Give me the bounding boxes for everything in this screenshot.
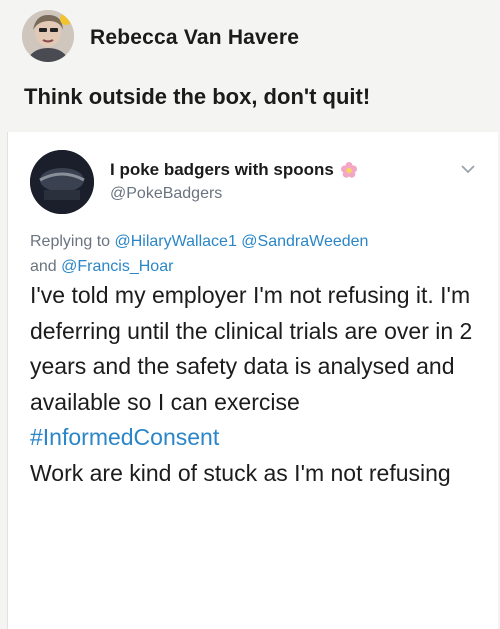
- hashtag-link[interactable]: #InformedConsent: [30, 424, 219, 450]
- facebook-post-header: Rebecca Van Havere Think outside the box…: [0, 0, 500, 132]
- tweet-handle[interactable]: @PokeBadgers: [110, 185, 222, 203]
- replying-to-line: Replying to @HilaryWallace1 @SandraWeede…: [30, 229, 480, 279]
- post-text: Think outside the box, don't quit!: [24, 84, 371, 109]
- replying-to-label: Replying to: [30, 233, 111, 250]
- tweet-display-name[interactable]: I poke badgers with spoons: [110, 160, 358, 180]
- tweet-avatar[interactable]: [30, 150, 94, 214]
- tweet-body: I've told my employer I'm not refusing i…: [30, 278, 485, 491]
- mention-link[interactable]: @SandraWeeden: [241, 233, 368, 250]
- pink-flower-icon: [340, 161, 358, 179]
- body-before-hashtag: I've told my employer I'm not refusing i…: [30, 282, 473, 415]
- tweet-body-text-2: Work are kind of stuck as I'm not refusi…: [30, 459, 451, 486]
- badger-avatar-image: [30, 150, 94, 214]
- chevron-down-icon[interactable]: [459, 162, 477, 176]
- author-name[interactable]: Rebecca Van Havere: [90, 26, 299, 50]
- tweet-card: I poke badgers with spoons @PokeBadgers …: [7, 132, 498, 629]
- avatar-photo: [22, 10, 74, 62]
- tweet-body-text: I've told my employer I'm not refusing i…: [30, 278, 485, 456]
- mention-link[interactable]: @HilaryWallace1: [115, 233, 237, 250]
- author-avatar[interactable]: [22, 10, 74, 62]
- and-word: and: [30, 258, 57, 275]
- mention-link[interactable]: @Francis_Hoar: [61, 258, 173, 275]
- display-name-text: I poke badgers with spoons: [110, 160, 334, 179]
